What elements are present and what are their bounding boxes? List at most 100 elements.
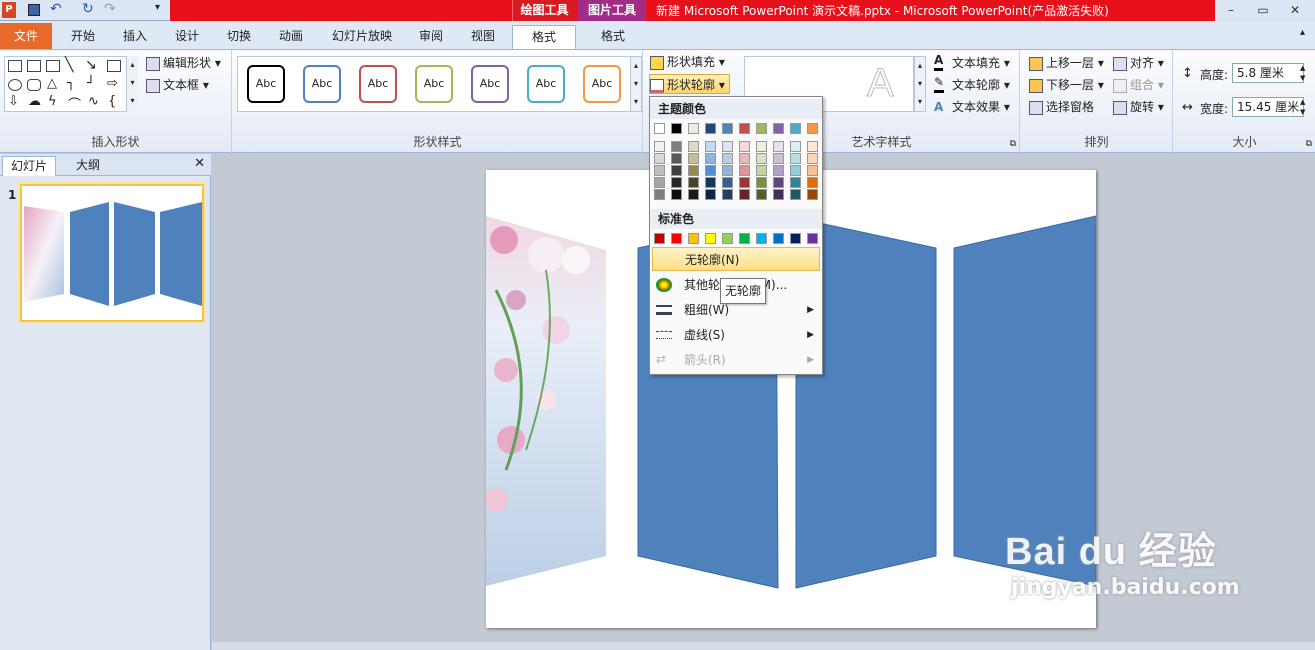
tab-outline[interactable]: 大纲 xyxy=(68,156,108,176)
customize-qat-icon[interactable]: ▾ xyxy=(155,2,160,13)
theme-color-swatch[interactable] xyxy=(705,123,716,134)
rectangle-icon[interactable] xyxy=(107,60,121,72)
tab-slides[interactable]: 幻灯片 xyxy=(2,156,57,176)
theme-shade-swatch[interactable] xyxy=(807,153,818,164)
theme-shade-swatch[interactable] xyxy=(739,153,750,164)
theme-shade-swatch[interactable] xyxy=(688,189,699,200)
theme-shade-swatch[interactable] xyxy=(739,165,750,176)
selection-pane-button[interactable]: 选择窗格 xyxy=(1029,97,1094,117)
vertical-textbox-icon[interactable] xyxy=(46,60,60,72)
restore-button[interactable]: ▭ xyxy=(1247,0,1279,20)
text-outline-button[interactable]: ✎ 文本轮廓 ▾ xyxy=(934,75,1010,95)
align-button[interactable]: 对齐 ▾ xyxy=(1113,53,1164,73)
line-icon[interactable]: ╲ xyxy=(65,57,73,73)
text-fill-button[interactable]: A 文本填充 ▾ xyxy=(934,53,1010,73)
down-arrow-icon[interactable]: ⇩ xyxy=(8,94,19,109)
theme-shade-swatch[interactable] xyxy=(807,141,818,152)
rotate-button[interactable]: 旋转 ▾ xyxy=(1113,97,1164,117)
shapes-gallery-scroll[interactable]: ▴ ▾ ▾ xyxy=(126,56,138,112)
theme-shade-swatch[interactable] xyxy=(756,189,767,200)
textbox-button[interactable]: 文本框 ▾ xyxy=(146,75,209,95)
theme-shade-swatch[interactable] xyxy=(671,177,682,188)
theme-shade-swatch[interactable] xyxy=(671,165,682,176)
theme-color-swatch[interactable] xyxy=(773,123,784,134)
theme-color-swatch[interactable] xyxy=(739,123,750,134)
text-effects-button[interactable]: A 文本效果 ▾ xyxy=(934,97,1010,117)
theme-shade-swatch[interactable] xyxy=(671,153,682,164)
tab-design[interactable]: 设计 xyxy=(164,25,210,49)
theme-color-swatch[interactable] xyxy=(671,123,682,134)
standard-color-swatch[interactable] xyxy=(654,233,665,244)
dashes-item[interactable]: 虚线(S) ▶ xyxy=(650,323,822,347)
theme-shade-swatch[interactable] xyxy=(688,141,699,152)
shape-fill-button[interactable]: 形状填充 ▾ xyxy=(650,52,725,72)
redo-icon[interactable]: ↻ xyxy=(82,1,94,17)
tab-format-picture[interactable]: 格式 xyxy=(580,25,646,49)
theme-shade-swatch[interactable] xyxy=(705,141,716,152)
theme-shade-swatch[interactable] xyxy=(654,177,665,188)
elbow-connector-icon[interactable]: ┐ xyxy=(67,76,75,91)
tab-slideshow[interactable]: 幻灯片放映 xyxy=(322,25,402,49)
edit-shape-button[interactable]: 编辑形状 ▾ xyxy=(146,53,221,73)
theme-shade-swatch[interactable] xyxy=(654,153,665,164)
shapes-gallery[interactable]: ╲ ↘ △ ┐ ┘ ⇨ ⇩ ☁ ϟ ⌒ ∿ { xyxy=(4,56,138,113)
standard-color-swatch[interactable] xyxy=(739,233,750,244)
repeat-icon[interactable]: ↷ xyxy=(104,1,116,17)
wordart-gallery-scroll[interactable]: ▴ ▾ ▾ xyxy=(914,56,926,112)
theme-shade-swatch[interactable] xyxy=(705,189,716,200)
undo-icon[interactable]: ↶ xyxy=(50,1,62,17)
save-icon[interactable] xyxy=(28,4,40,16)
theme-shade-swatch[interactable] xyxy=(773,141,784,152)
tab-home[interactable]: 开始 xyxy=(60,25,106,49)
theme-shade-swatch[interactable] xyxy=(790,165,801,176)
theme-shade-swatch[interactable] xyxy=(688,177,699,188)
slide-thumbnail[interactable] xyxy=(20,184,204,322)
brace-icon[interactable]: { xyxy=(108,94,116,109)
theme-color-swatch[interactable] xyxy=(722,123,733,134)
theme-shade-swatch[interactable] xyxy=(671,141,682,152)
theme-color-swatch[interactable] xyxy=(807,123,818,134)
theme-shade-swatch[interactable] xyxy=(654,141,665,152)
no-outline-item[interactable]: 无轮廓(N) xyxy=(652,247,820,271)
width-input[interactable]: 15.45 厘米 xyxy=(1232,97,1304,117)
textbox-shape-icon[interactable] xyxy=(27,60,41,72)
theme-shade-swatch[interactable] xyxy=(756,165,767,176)
tab-review[interactable]: 审阅 xyxy=(408,25,454,49)
theme-shade-swatch[interactable] xyxy=(722,177,733,188)
theme-shade-swatch[interactable] xyxy=(773,177,784,188)
standard-color-swatch[interactable] xyxy=(756,233,767,244)
theme-shade-swatch[interactable] xyxy=(722,141,733,152)
oval-icon[interactable] xyxy=(8,79,22,91)
elbow-arrow-icon[interactable]: ┘ xyxy=(87,76,95,91)
theme-color-swatch[interactable] xyxy=(790,123,801,134)
freeform-icon[interactable]: ☁ xyxy=(28,94,41,109)
tab-transitions[interactable]: 切换 xyxy=(216,25,262,49)
style-preset-2[interactable]: Abc xyxy=(303,65,341,103)
style-preset-6[interactable]: Abc xyxy=(527,65,565,103)
close-pane-icon[interactable]: ✕ xyxy=(194,156,205,171)
theme-shade-swatch[interactable] xyxy=(688,153,699,164)
minimize-button[interactable]: – xyxy=(1215,0,1247,20)
bring-forward-button[interactable]: 上移一层 ▾ xyxy=(1029,53,1104,73)
theme-shade-swatch[interactable] xyxy=(756,153,767,164)
standard-color-swatch[interactable] xyxy=(688,233,699,244)
theme-shade-swatch[interactable] xyxy=(705,165,716,176)
theme-shade-swatch[interactable] xyxy=(790,177,801,188)
standard-color-swatch[interactable] xyxy=(705,233,716,244)
theme-shade-swatch[interactable] xyxy=(688,165,699,176)
standard-color-swatch[interactable] xyxy=(722,233,733,244)
tab-file[interactable]: 文件 xyxy=(0,23,52,49)
theme-shade-swatch[interactable] xyxy=(807,177,818,188)
close-window-button[interactable]: ✕ xyxy=(1279,0,1311,20)
style-preset-5[interactable]: Abc xyxy=(471,65,509,103)
tab-format-drawing[interactable]: 格式 xyxy=(512,25,576,49)
right-arrow-icon[interactable]: ⇨ xyxy=(107,76,118,91)
theme-shade-swatch[interactable] xyxy=(654,189,665,200)
theme-shade-swatch[interactable] xyxy=(722,165,733,176)
send-backward-button[interactable]: 下移一层 ▾ xyxy=(1029,75,1104,95)
theme-shade-swatch[interactable] xyxy=(722,153,733,164)
theme-shade-swatch[interactable] xyxy=(807,189,818,200)
curve-icon[interactable]: ⌒ xyxy=(68,94,81,113)
theme-shade-swatch[interactable] xyxy=(756,141,767,152)
theme-color-swatch[interactable] xyxy=(654,123,665,134)
